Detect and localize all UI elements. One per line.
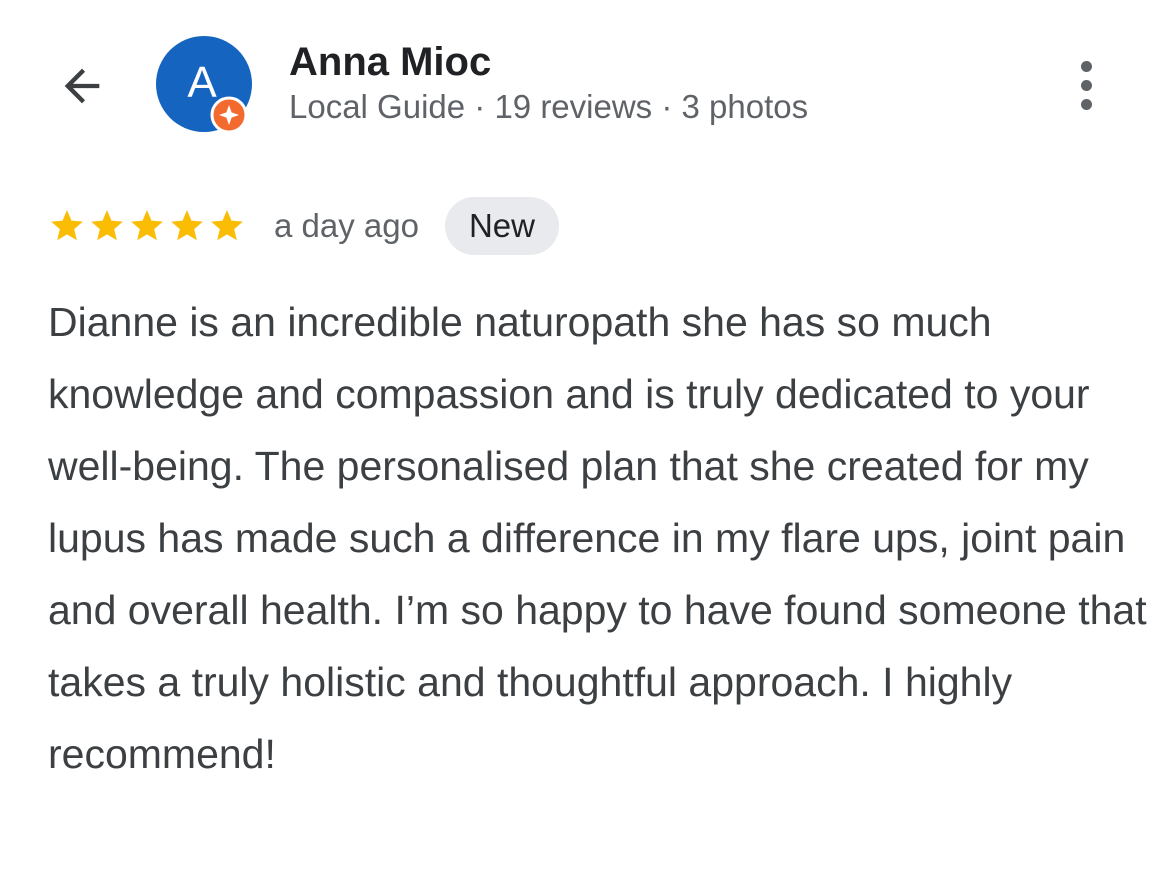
new-badge: New [444, 197, 559, 255]
star-rating [48, 207, 246, 245]
star-icon [131, 210, 163, 241]
arrow-back-icon [64, 68, 100, 104]
back-button[interactable] [52, 56, 112, 116]
more-vertical-icon [1080, 60, 1092, 72]
review-text: Dianne is an incredible naturopath she h… [48, 299, 1147, 777]
star-icon [51, 210, 83, 241]
more-vertical-icon [1080, 98, 1092, 110]
more-vertical-icon [1080, 79, 1092, 91]
author-name[interactable]: Anna Mioc [289, 40, 491, 85]
local-guide-badge-icon [210, 96, 248, 134]
star-icon [211, 210, 243, 241]
star-icon [171, 210, 203, 241]
author-meta: Local Guide · 19 reviews · 3 photos [289, 88, 809, 125]
more-options-button[interactable] [1056, 52, 1116, 118]
rating-row: a day ago New [48, 196, 559, 256]
review-date: a day ago [274, 207, 419, 244]
star-icon [91, 210, 123, 241]
